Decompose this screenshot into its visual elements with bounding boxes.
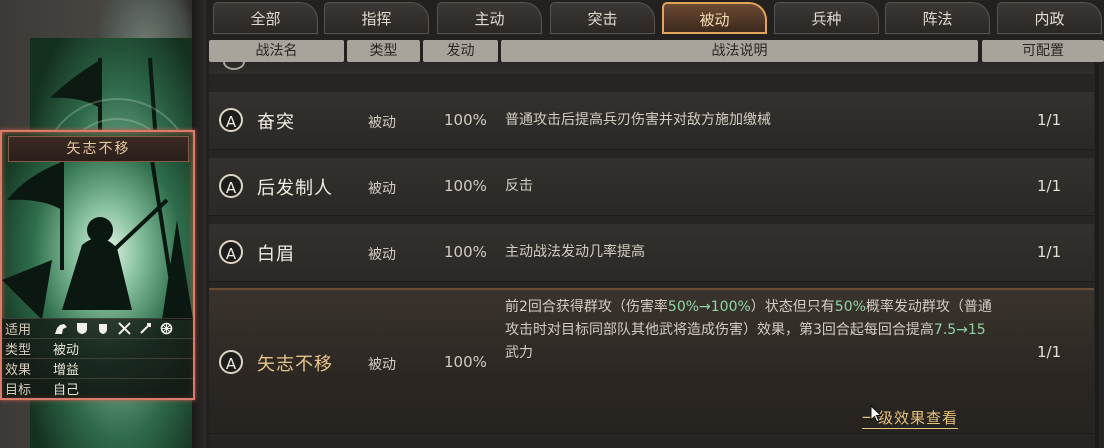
skill-name: 奋突 <box>257 112 295 133</box>
scrollbar[interactable] <box>1095 64 1099 448</box>
skill-description: 前2回合获得群攻（伤害率50%→100%）状态但只有50%概率发动群攻（普通攻击… <box>505 296 995 365</box>
grade-badge: A <box>219 240 243 264</box>
tab-passive[interactable]: 被动 <box>662 2 767 34</box>
tab-all[interactable]: 全部 <box>213 2 318 34</box>
type-row: 类型 被动 <box>2 338 193 358</box>
crossed-swords-icon <box>116 322 132 336</box>
skill-card: 矢志不移 适用 类型 被动 效果 增益 目标 自己 <box>0 130 195 400</box>
apply-row: 适用 <box>2 318 193 338</box>
apply-icons <box>45 322 174 336</box>
skill-name: 白眉 <box>257 244 295 265</box>
effect-label: 效果 <box>5 363 32 378</box>
skill-card-info: 适用 类型 被动 效果 增益 目标 自己 <box>2 318 193 398</box>
skill-description: 主动战法发动几率提高 <box>505 244 645 260</box>
table-row-partial <box>209 54 1094 74</box>
skill-rate: 100% <box>444 177 487 195</box>
effect-row: 效果 增益 <box>2 358 193 378</box>
type-label: 类型 <box>5 343 32 358</box>
skill-description: 普通攻击后提高兵刃伤害并对敌方施加缴械 <box>505 112 771 128</box>
desc-text: 武力 <box>505 345 533 361</box>
category-tabs: 全部 指挥 主动 突击 被动 兵种 阵法 内政 <box>213 0 1104 38</box>
skill-config: 1/1 <box>1037 243 1062 261</box>
effect-value: 增益 <box>53 363 80 378</box>
bow-icon <box>137 322 153 336</box>
table-row-selected[interactable]: A 矢志不移 被动 100% 前2回合获得群攻（伤害率50%→100%）状态但只… <box>209 288 1094 434</box>
column-rate[interactable]: 发动 <box>423 40 498 62</box>
tab-internal-affairs[interactable]: 内政 <box>997 2 1102 34</box>
tab-command[interactable]: 指挥 <box>324 2 429 34</box>
grade-badge: A <box>219 350 243 374</box>
tab-active[interactable]: 主动 <box>437 2 542 34</box>
table-row[interactable]: A 奋突 被动 100% 普通攻击后提高兵刃伤害并对敌方施加缴械 1/1 <box>209 92 1094 150</box>
desc-highlight: 7.5→15 <box>933 322 986 338</box>
skill-card-title: 矢志不移 <box>8 136 189 162</box>
grade-badge: A <box>219 174 243 198</box>
apply-label: 适用 <box>5 323 32 338</box>
target-label: 目标 <box>5 383 32 398</box>
type-value: 被动 <box>53 343 80 358</box>
target-value: 自己 <box>53 383 80 398</box>
desc-highlight: 50% <box>834 299 866 315</box>
tab-assault[interactable]: 突击 <box>550 2 655 34</box>
tab-troop-type[interactable]: 兵种 <box>774 2 879 34</box>
column-description: 战法说明 <box>501 40 978 62</box>
table-header: 战法名 类型 发动 战法说明 可配置 <box>209 40 1104 62</box>
skill-rate: 100% <box>444 353 487 371</box>
shield-icon <box>74 322 90 336</box>
warrior-silhouette-icon <box>2 160 193 320</box>
column-type[interactable]: 类型 <box>347 40 420 62</box>
skill-config: 1/1 <box>1037 111 1062 129</box>
desc-text: 前2回合获得群攻（伤害率 <box>505 299 668 315</box>
cavalry-icon <box>53 322 69 336</box>
tab-formation[interactable]: 阵法 <box>885 2 990 34</box>
skill-config: 1/1 <box>1037 177 1062 195</box>
table-row[interactable]: A 后发制人 被动 100% 反击 1/1 <box>209 158 1094 216</box>
table-row[interactable]: A 白眉 被动 100% 主动战法发动几率提高 1/1 <box>209 224 1094 282</box>
target-row: 目标 自己 <box>2 378 193 398</box>
skill-type: 被动 <box>368 247 396 263</box>
skill-rate: 100% <box>444 111 487 129</box>
skill-description: 反击 <box>505 178 533 194</box>
column-configurable[interactable]: 可配置 <box>982 40 1104 62</box>
grade-badge: A <box>219 108 243 132</box>
skill-name: 矢志不移 <box>257 354 333 375</box>
skill-type: 被动 <box>368 115 396 131</box>
desc-highlight: 50%→100% <box>667 299 751 315</box>
shield-small-icon <box>95 322 111 336</box>
skill-type: 被动 <box>368 357 396 373</box>
mouse-cursor-icon <box>870 405 882 423</box>
skill-config: 1/1 <box>1037 343 1062 361</box>
skill-rate: 100% <box>444 243 487 261</box>
desc-text: ）状态但只有 <box>750 299 835 315</box>
skill-type: 被动 <box>368 181 396 197</box>
wheel-icon <box>158 322 174 336</box>
skill-name: 后发制人 <box>257 178 333 199</box>
